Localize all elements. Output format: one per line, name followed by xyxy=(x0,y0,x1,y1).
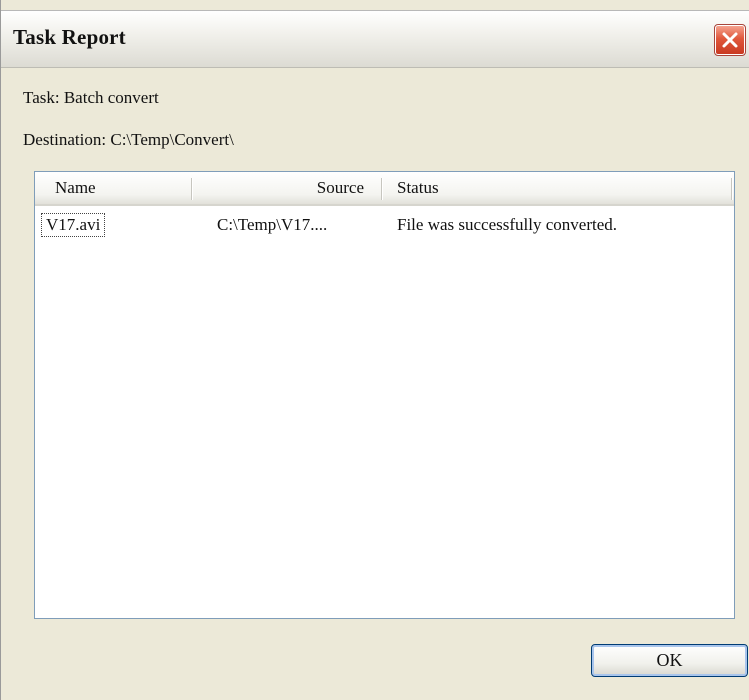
list-header: Name Source Status xyxy=(35,172,734,206)
list-item-name: V17.avi xyxy=(41,213,106,237)
window-title: Task Report xyxy=(13,25,126,49)
column-header-status[interactable]: Status xyxy=(382,172,734,204)
list-item-status: File was successfully converted. xyxy=(397,215,617,234)
column-header-name[interactable]: Name xyxy=(35,172,191,204)
ok-button[interactable]: OK xyxy=(591,644,748,677)
column-divider[interactable] xyxy=(731,178,732,200)
title-bar[interactable]: Task Report xyxy=(1,10,749,68)
close-button[interactable] xyxy=(714,24,746,56)
task-result-list[interactable]: Name Source Status V17.avi C:\Temp\V17..… xyxy=(34,171,735,619)
close-icon xyxy=(722,32,738,48)
task-label: Task: Batch convert xyxy=(23,88,159,107)
list-item-source: C:\Temp\V17.... xyxy=(217,215,328,234)
column-header-source[interactable]: Source xyxy=(192,172,370,204)
task-report-dialog: Task Report Task: Batch convert Destinat… xyxy=(0,0,749,700)
destination-label: Destination: C:\Temp\Convert\ xyxy=(23,130,234,149)
list-item[interactable]: V17.avi C:\Temp\V17.... File was success… xyxy=(35,212,734,238)
